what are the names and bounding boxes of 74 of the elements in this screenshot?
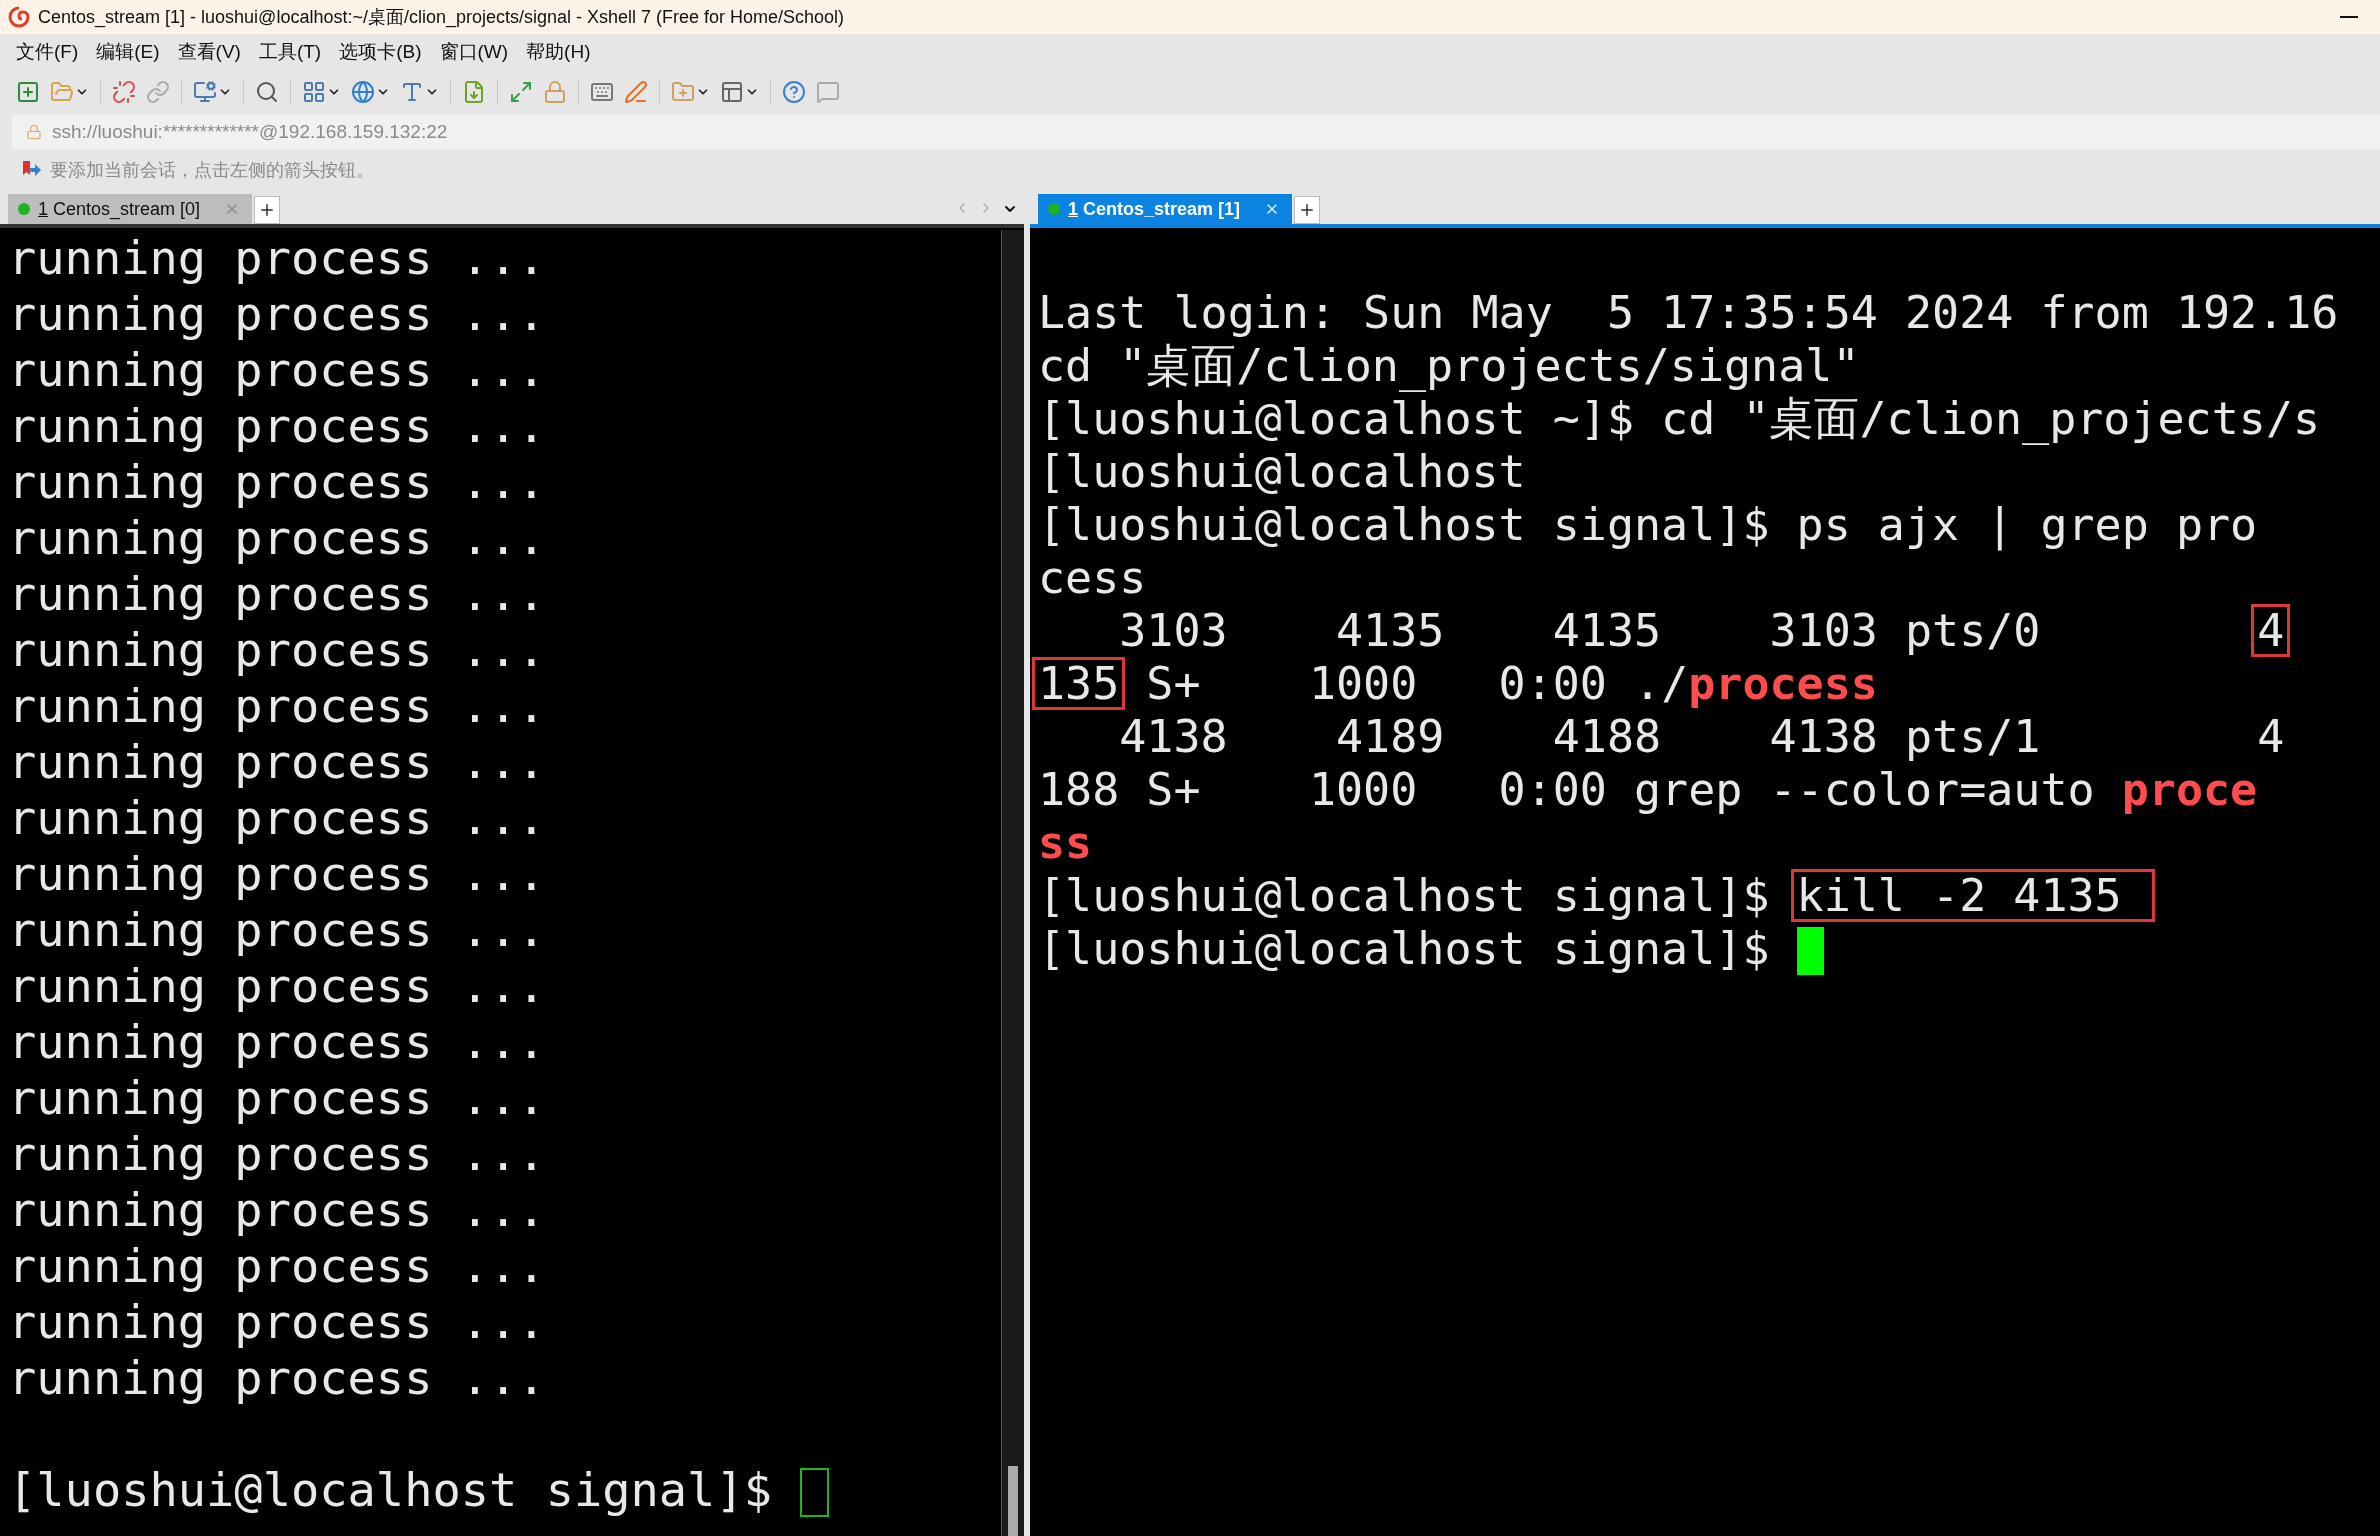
grid-icon[interactable] xyxy=(302,80,326,104)
terminal-text: 188 S+ 1000 0:00 grep --color=auto xyxy=(1038,763,2096,816)
terminal-text: 3103 4135 4135 3103 pts/0 xyxy=(1118,604,2042,657)
terminal-text: running process ... xyxy=(8,1182,546,1238)
prompt-text: [luoshui@localhost signal]$ xyxy=(1038,922,1771,975)
terminal-text: running process ... xyxy=(8,734,546,790)
terminal-text: running process ... xyxy=(8,230,546,286)
window-title: Centos_stream [1] - luoshui@localhost:~/桌面/clion_projects/signal - Xshell 7 (Free for Home/School) xyxy=(38,6,846,29)
match-text: process xyxy=(1688,657,1878,710)
terminal-text: running process ... xyxy=(8,398,546,454)
terminal-text: Last login: Sun May 5 17:35:54 2024 from 192.16 xyxy=(1038,286,2339,339)
terminal-text: running process ... xyxy=(8,1014,546,1070)
keyboard-icon[interactable] xyxy=(590,80,614,104)
session-tab[interactable]: 1 Centos_stream [0] xyxy=(8,194,253,224)
terminal-text: running process ... xyxy=(8,790,546,846)
terminal-text: running process ... xyxy=(8,1070,546,1126)
status-dot xyxy=(18,203,30,215)
terminal-text: running process ... xyxy=(8,454,546,510)
menu-item[interactable]: 编辑(E) xyxy=(96,39,160,65)
boxed-text: 135 xyxy=(1032,657,1126,710)
pen-icon[interactable] xyxy=(624,80,648,104)
chat-icon[interactable] xyxy=(816,80,840,104)
terminal-text: running process ... xyxy=(8,1126,546,1182)
new-tab-button[interactable] xyxy=(254,196,281,224)
terminal-text: running process ... xyxy=(8,286,546,342)
boxed-text: kill -2 4135 xyxy=(1790,869,2155,922)
terminal-text: running process ... xyxy=(8,342,546,398)
match-text: proce xyxy=(2121,763,2258,816)
terminal-text: S+ 1000 0:00 ./ xyxy=(1145,657,1689,710)
unlink-icon[interactable] xyxy=(112,80,136,104)
new-tab-button[interactable] xyxy=(1294,196,1321,224)
terminal-text: running process ... xyxy=(8,510,546,566)
menu-item[interactable]: 文件(F) xyxy=(16,39,79,65)
terminal-text: running process ... xyxy=(8,958,546,1014)
link-icon[interactable] xyxy=(146,80,170,104)
font-icon[interactable] xyxy=(400,80,424,104)
match-text: ss xyxy=(1038,816,1093,869)
fullscreen-icon[interactable] xyxy=(509,80,533,104)
settings-icon[interactable] xyxy=(193,80,217,104)
app-icon xyxy=(8,6,30,28)
terminal-text: running process ... xyxy=(8,846,546,902)
status-dot xyxy=(1048,203,1060,215)
help-icon[interactable] xyxy=(782,80,806,104)
file-icon[interactable] xyxy=(462,80,486,104)
terminal-text: running process ... xyxy=(8,1238,546,1294)
terminal-text: running process ... xyxy=(8,902,546,958)
new-session-icon[interactable] xyxy=(16,80,40,104)
scrollbar[interactable] xyxy=(1001,230,1024,1536)
terminal-text: running process ... xyxy=(8,678,546,734)
menu-item[interactable]: 选项卡(B) xyxy=(339,39,422,65)
boxed-text: 4 xyxy=(2251,604,2291,657)
terminal-text: [luoshui@localhost ~]$ cd "桌面/clion_projects/s xyxy=(1038,392,2321,445)
lock-icon[interactable] xyxy=(543,80,567,104)
menu-item[interactable]: 窗口(W) xyxy=(439,39,509,65)
prompt-text: [luoshui@localhost signal]$ xyxy=(8,1462,773,1518)
layout-icon[interactable] xyxy=(720,80,744,104)
terminal-text: 4138 4189 4188 4138 pts/1 4 xyxy=(1118,710,2285,763)
terminal-text: running process ... xyxy=(8,622,546,678)
session-tab[interactable]: 1 Centos_stream [1] xyxy=(1038,194,1293,224)
menu-item[interactable]: 帮助(H) xyxy=(526,39,591,65)
menu-item[interactable]: 查看(V) xyxy=(177,39,241,65)
lock-icon xyxy=(26,124,42,140)
menu-item[interactable]: 工具(T) xyxy=(258,39,322,65)
terminal-text: running process ... xyxy=(8,1350,546,1406)
scroll-thumb[interactable] xyxy=(1008,1466,1018,1536)
terminal-text: [luoshui@localhost signal]$ xyxy=(1038,869,1771,922)
search-icon[interactable] xyxy=(255,80,279,104)
terminal-text: [luoshui@localhost xyxy=(1038,445,1526,498)
terminal-text: cd "桌面/clion_projects/signal" xyxy=(1038,339,1860,392)
terminal-text: running process ... xyxy=(8,566,546,622)
terminal-text: [luoshui@localhost signal]$ ps ajx | grep pro xyxy=(1038,498,2258,551)
hint-text: 要添加当前会话，点击左侧的箭头按钮。 xyxy=(50,159,374,182)
terminal-text: running process ... xyxy=(8,1294,546,1350)
terminal-text: cess xyxy=(1038,551,1147,604)
